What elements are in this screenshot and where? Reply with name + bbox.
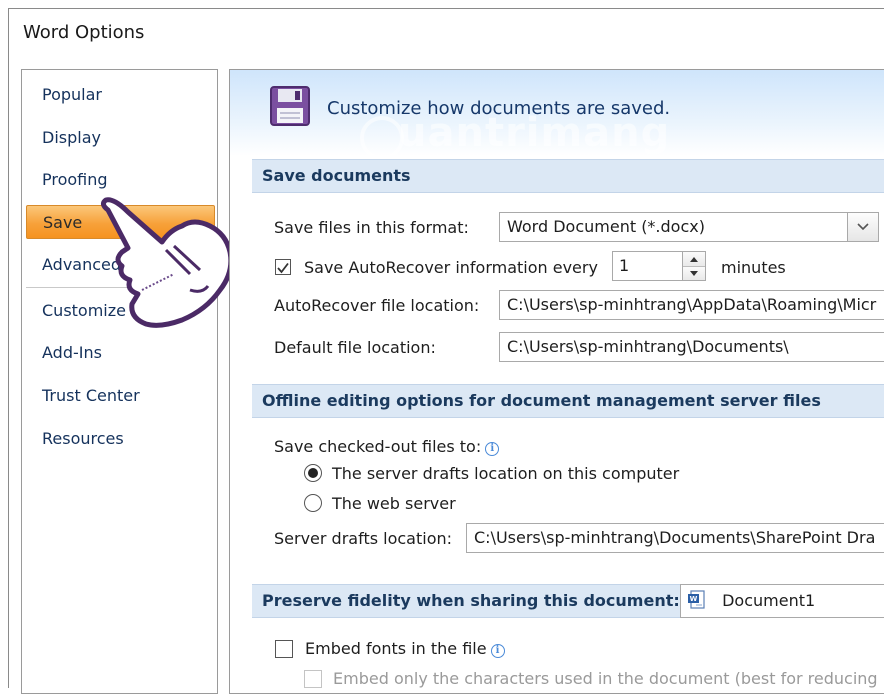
default-location-label: Default file location: xyxy=(274,338,436,357)
spin-down-button[interactable] xyxy=(683,266,705,280)
sidebar-item-add-ins[interactable]: Add-Ins xyxy=(22,336,217,370)
embed-fonts-checkbox[interactable] xyxy=(275,640,293,658)
floppy-disk-icon xyxy=(270,86,310,126)
option-server-drafts-label: The server drafts location on this compu… xyxy=(332,464,680,483)
drafts-location-field[interactable]: C:\Users\sp-minhtrang\Documents\SharePoi… xyxy=(466,523,884,553)
window-title: Word Options xyxy=(23,22,145,43)
sidebar-item-proofing[interactable]: Proofing xyxy=(22,163,217,197)
radio-web-server[interactable] xyxy=(304,494,322,512)
minutes-label: minutes xyxy=(721,258,786,277)
banner-title: Customize how documents are saved. xyxy=(327,98,671,119)
chevron-down-icon xyxy=(857,223,869,231)
format-value: Word Document (*.docx) xyxy=(507,217,705,236)
sidebar-item-advanced[interactable]: Advanced xyxy=(22,248,217,282)
options-panel: uantrimang Customize how documents are s… xyxy=(229,69,884,694)
spinner-buttons xyxy=(682,252,705,280)
sidebar-item-resources[interactable]: Resources xyxy=(22,422,217,456)
svg-text:W: W xyxy=(690,595,698,603)
arrow-down-icon xyxy=(690,271,698,276)
word-document-icon: W xyxy=(688,590,705,609)
save-to-label: Save checked-out files to: xyxy=(274,437,482,456)
default-location-field[interactable]: C:\Users\sp-minhtrang\Documents\ xyxy=(499,332,884,362)
sidebar-item-save[interactable]: Save xyxy=(26,205,215,239)
autorecover-minutes-spinner[interactable]: 1 xyxy=(612,251,706,281)
document-dropdown[interactable]: W Document1 xyxy=(680,584,884,618)
document-value: Document1 xyxy=(722,591,816,610)
format-dropdown-button[interactable] xyxy=(847,213,878,241)
embed-chars-label: Embed only the characters used in the do… xyxy=(333,669,878,688)
drafts-location-label: Server drafts location: xyxy=(274,529,453,548)
section-save-documents: Save documents xyxy=(252,159,884,193)
fidelity-header: Preserve fidelity when sharing this docu… xyxy=(262,591,680,610)
spin-up-button[interactable] xyxy=(683,252,705,266)
sidebar-item-customize[interactable]: Customize xyxy=(22,294,217,328)
info-icon: i xyxy=(485,442,500,456)
section-offline-editing: Offline editing options for document man… xyxy=(252,384,884,418)
info-icon: i xyxy=(490,644,505,658)
autorecover-checkbox[interactable] xyxy=(275,259,291,275)
autorecover-label: Save AutoRecover information every xyxy=(304,258,598,277)
autorecover-minutes-value: 1 xyxy=(619,256,630,275)
autorecover-location-label: AutoRecover file location: xyxy=(274,296,480,315)
format-label: Save files in this format: xyxy=(274,218,469,237)
embed-chars-checkbox[interactable] xyxy=(304,670,322,688)
radio-server-drafts[interactable] xyxy=(304,464,322,482)
format-dropdown[interactable]: Word Document (*.docx) xyxy=(499,212,879,242)
checkmark-icon xyxy=(277,262,289,274)
save-to-label-row: Save checked-out files to: i xyxy=(274,437,500,456)
sidebar-nav: Popular Display Proofing Save Advanced C… xyxy=(21,69,218,694)
radio-selected-dot xyxy=(308,468,318,478)
banner: uantrimang Customize how documents are s… xyxy=(230,70,884,160)
arrow-up-icon xyxy=(690,256,698,262)
option-web-server-label: The web server xyxy=(332,494,456,513)
embed-fonts-label: Embed fonts in the file xyxy=(305,639,487,658)
embed-fonts-row: Embed fonts in the file i xyxy=(305,639,505,658)
sidebar-item-display[interactable]: Display xyxy=(22,121,217,155)
sidebar-separator xyxy=(26,287,215,288)
autorecover-location-field[interactable]: C:\Users\sp-minhtrang\AppData\Roaming\Mi… xyxy=(499,290,884,320)
sidebar-item-popular[interactable]: Popular xyxy=(22,78,217,112)
sidebar-item-trust-center[interactable]: Trust Center xyxy=(22,379,217,413)
